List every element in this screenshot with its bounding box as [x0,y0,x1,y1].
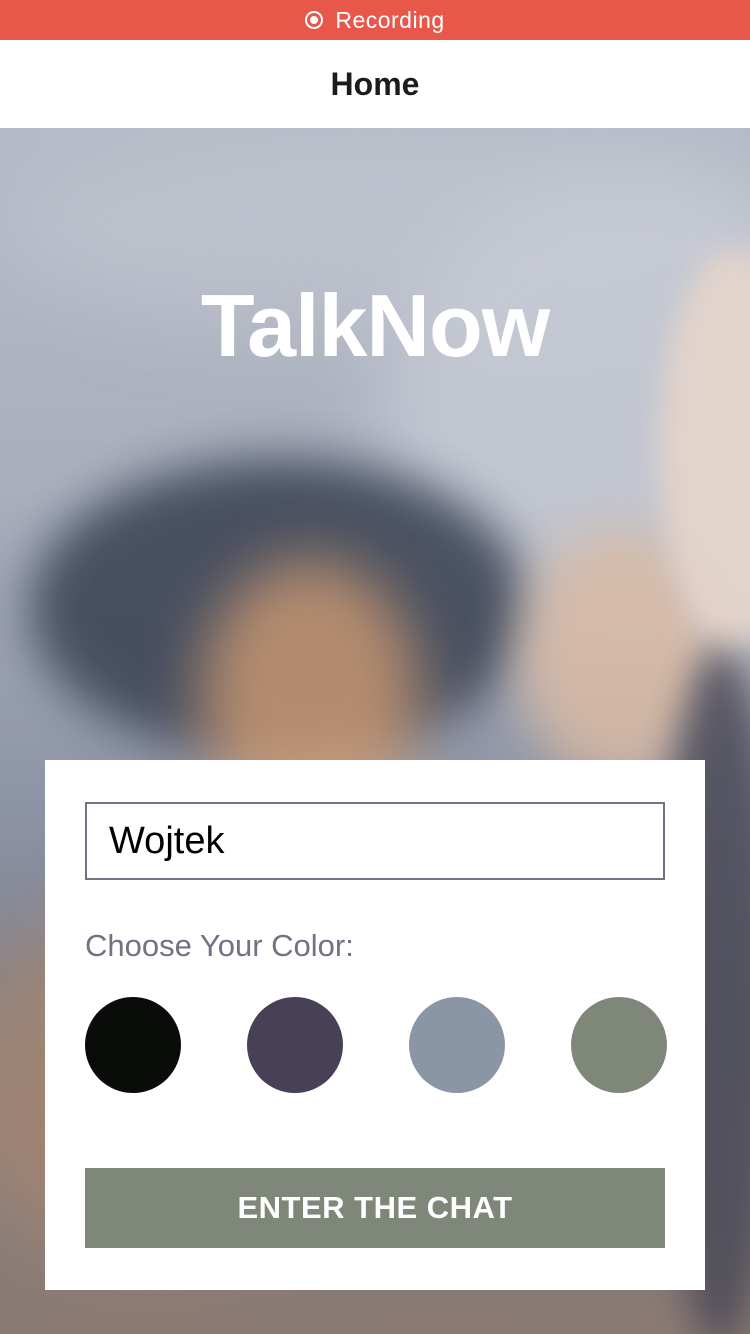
page-title: Home [330,65,420,102]
start-form-card: Choose Your Color: ENTER THE CHAT [45,760,705,1290]
recording-label: Recording [335,6,445,33]
enter-chat-button[interactable]: ENTER THE CHAT [85,1168,665,1248]
color-swatch-blue-gray[interactable] [409,997,505,1093]
color-swatch-black[interactable] [85,997,181,1093]
record-icon [305,11,324,29]
choose-color-label: Choose Your Color: [85,928,354,963]
color-swatch-purple[interactable] [247,997,343,1093]
color-swatch-group [85,997,667,1093]
name-input[interactable] [85,802,665,880]
navigation-header: Home [0,40,750,128]
color-swatch-green[interactable] [571,997,667,1093]
recording-status-bar[interactable]: Recording [0,0,750,40]
app-title: TalkNow [200,276,550,375]
